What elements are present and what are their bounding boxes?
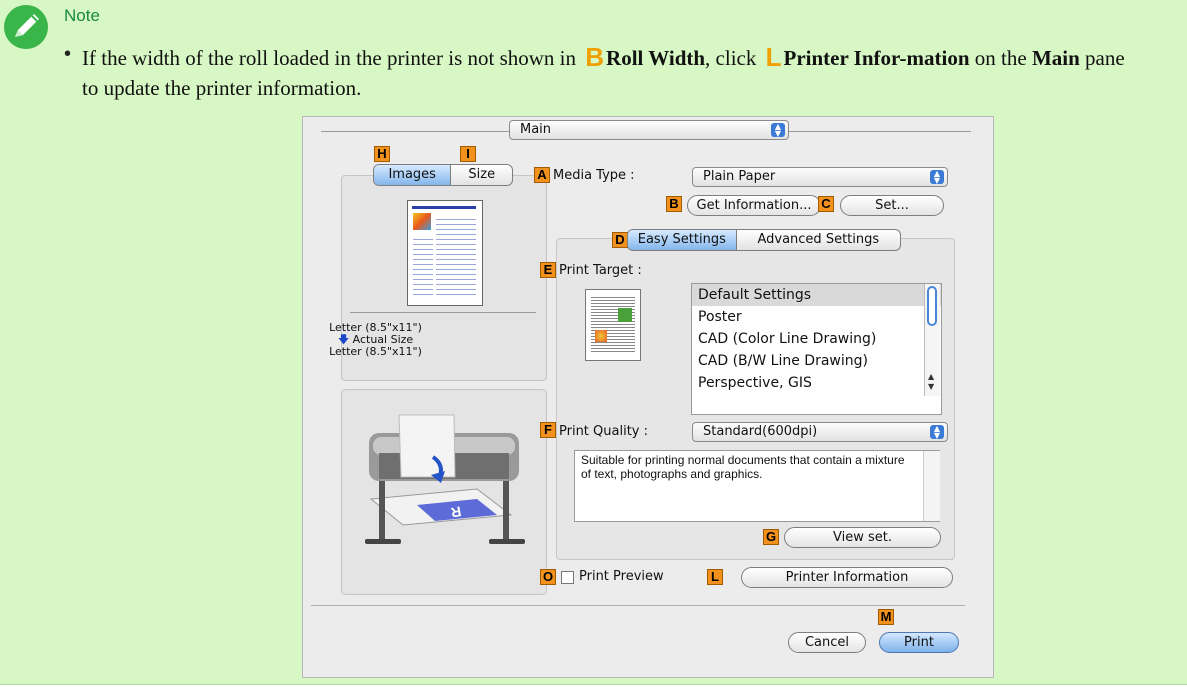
printer-info-term: Printer Infor-mation (783, 46, 970, 70)
marker-g: G (763, 529, 779, 545)
media-type-label: Media Type : (553, 168, 635, 183)
images-size-tabs: Images Size (373, 164, 513, 186)
tab-easy-settings[interactable]: Easy Settings (628, 230, 737, 250)
pane-popup-value: Main (520, 122, 552, 137)
popup-arrows-icon: ▲ ▼ (930, 170, 944, 185)
description-scrollbar[interactable] (923, 451, 940, 521)
popup-arrows-icon: ▲ ▼ (930, 425, 944, 440)
scroll-thumb[interactable] (927, 286, 937, 326)
bullet: • (64, 43, 72, 65)
marker-b: B (666, 196, 682, 212)
thumb-separator (350, 312, 536, 313)
list-item[interactable]: CAD (B/W Line Drawing) (692, 350, 941, 372)
note-text: If the width of the roll loaded in the p… (82, 43, 1142, 103)
paper-to: Letter (8.5"x11") (329, 345, 422, 358)
note-box: Note • If the width of the roll loaded i… (0, 0, 1187, 685)
tab-advanced-settings[interactable]: Advanced Settings (737, 230, 900, 250)
print-button[interactable]: Print (879, 632, 959, 653)
list-item[interactable]: Default Settings (692, 284, 941, 306)
marker-l: L (707, 569, 723, 585)
main-term: Main (1031, 46, 1080, 70)
view-set-button[interactable]: View set. (784, 527, 941, 548)
marker-f: F (540, 422, 556, 438)
bottom-separator (311, 605, 965, 606)
paper-thumbnail (407, 200, 483, 306)
pane-popup[interactable]: Main ▲ ▼ (509, 120, 789, 140)
print-target-list[interactable]: Default Settings Poster CAD (Color Line … (691, 283, 942, 415)
quality-description: Suitable for printing normal documents t… (574, 450, 940, 522)
list-item[interactable]: Poster (692, 306, 941, 328)
print-quality-value: Standard(600dpi) (703, 424, 818, 439)
marker-m: M (878, 609, 894, 625)
tab-size[interactable]: Size (451, 165, 512, 185)
print-preview-checkbox[interactable] (561, 571, 574, 584)
printer-illustration-icon: R (365, 414, 525, 544)
note-title: Note (64, 6, 100, 25)
print-quality-popup[interactable]: Standard(600dpi) ▲ ▼ (692, 422, 948, 442)
marker-a: A (534, 167, 550, 183)
note-text-part: , click (705, 46, 757, 70)
popup-arrows-icon: ▲ ▼ (771, 123, 785, 138)
marker-i: I (460, 146, 476, 162)
print-dialog: Main ▲ ▼ H I Images Size Letter (8.5"x11"… (302, 116, 994, 678)
scroll-arrows-icon[interactable]: ▲ ▼ (928, 372, 934, 392)
target-thumbnail (585, 289, 641, 361)
marker-e: E (540, 262, 556, 278)
key-l-marker: L (765, 42, 782, 72)
tab-images[interactable]: Images (374, 165, 452, 185)
list-item[interactable]: Perspective, GIS (692, 372, 941, 394)
media-type-popup[interactable]: Plain Paper ▲ ▼ (692, 167, 948, 187)
list-scrollbar[interactable]: ▲ ▼ (924, 284, 940, 396)
print-preview-label: Print Preview (579, 569, 664, 584)
paper-size-info: Letter (8.5"x11") 🡇 Actual Size Letter (… (323, 322, 428, 358)
set-button[interactable]: Set... (840, 195, 944, 216)
print-target-label: Print Target : (559, 263, 642, 278)
cancel-button[interactable]: Cancel (788, 632, 866, 653)
pencil-note-icon (4, 5, 48, 49)
roll-width-term: Roll Width (606, 46, 706, 70)
list-item[interactable]: CAD (Color Line Drawing) (692, 328, 941, 350)
printer-information-button[interactable]: Printer Information (741, 567, 953, 588)
media-type-value: Plain Paper (703, 169, 776, 184)
marker-o: O (540, 569, 556, 585)
key-b-marker: B (585, 42, 605, 72)
marker-h: H (374, 146, 390, 162)
get-information-button[interactable]: Get Information... (687, 195, 821, 216)
note-text-part: If the width of the roll loaded in the p… (82, 46, 576, 70)
note-text-part: on the (974, 46, 1027, 70)
marker-c: C (818, 196, 834, 212)
marker-d: D (612, 232, 628, 248)
print-quality-label: Print Quality : (559, 424, 649, 439)
settings-tabs: Easy Settings Advanced Settings (627, 229, 901, 251)
